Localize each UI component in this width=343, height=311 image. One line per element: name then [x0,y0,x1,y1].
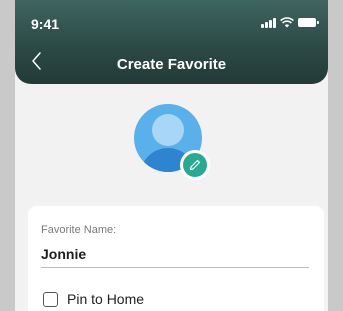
header-bar: 9:41 Create Favorite [15,0,328,84]
signal-icon [261,17,276,28]
status-icons [261,17,319,28]
input-underline [41,267,309,268]
avatar-section [134,104,210,180]
battery-icon [298,18,319,27]
wifi-icon [280,17,294,28]
favorite-name-label: Favorite Name: [41,224,117,236]
pin-to-home-option[interactable]: Pin to Home [43,291,144,307]
pin-to-home-label: Pin to Home [67,291,145,307]
phone-screen: 9:41 Create Favorite Favorite Name: Jonn… [15,0,328,311]
pencil-icon [189,159,201,171]
page-title: Create Favorite [116,56,227,73]
favorite-name-input[interactable] [41,242,309,266]
pin-to-home-checkbox[interactable] [43,291,58,307]
edit-avatar-button[interactable] [180,150,210,180]
favorite-form-card: Favorite Name: Pin to Home [28,206,324,311]
status-time: 9:41 [31,16,60,32]
